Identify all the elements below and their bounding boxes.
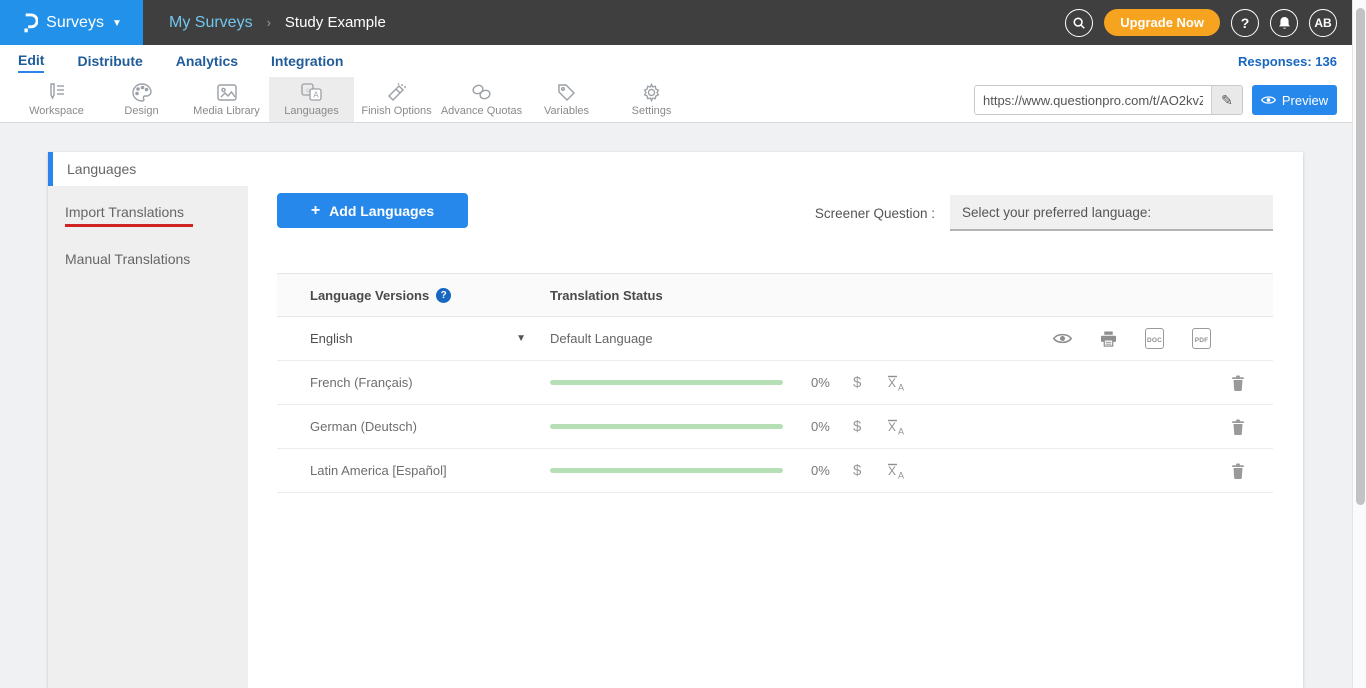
- brand-label: Surveys: [46, 14, 104, 32]
- avatar[interactable]: AB: [1309, 9, 1337, 37]
- table-row-default-language: English ▼ Default Language DOC PDF: [277, 317, 1273, 361]
- languages-content: + Add Languages Screener Question : Sele…: [248, 152, 1303, 688]
- scrollbar-thumb[interactable]: [1356, 8, 1365, 505]
- image-icon: [217, 82, 237, 102]
- screener-question-label: Screener Question :: [815, 206, 935, 221]
- toolbar-item-design[interactable]: Design: [99, 77, 184, 122]
- svg-text:X: X: [888, 464, 896, 478]
- chain-links-icon: [471, 82, 492, 102]
- paid-translation-icon[interactable]: $: [853, 462, 861, 479]
- toolbar-item-advance-quotas[interactable]: Advance Quotas: [439, 77, 524, 122]
- translation-percent: 0%: [811, 463, 835, 478]
- top-navbar: Surveys ▼ My Surveys › Study Example Upg…: [0, 0, 1366, 45]
- gear-icon: [642, 82, 661, 102]
- svg-text:X: X: [888, 376, 896, 390]
- screener-question: Screener Question : Select your preferre…: [815, 195, 1273, 231]
- translation-percent: 0%: [811, 419, 835, 434]
- survey-url-group: ✎: [974, 85, 1243, 115]
- tab-analytics[interactable]: Analytics: [176, 51, 238, 72]
- responses-count[interactable]: Responses: 136: [1238, 54, 1337, 69]
- section-tabs: Edit Distribute Analytics Integration Re…: [0, 45, 1366, 77]
- print-icon[interactable]: [1100, 331, 1117, 347]
- table-row-language: German (Deutsch) 0% $ XA: [277, 405, 1273, 449]
- breadcrumb-my-surveys[interactable]: My Surveys: [169, 14, 253, 32]
- sidebar-item-import-translations[interactable]: Import Translations: [48, 204, 248, 227]
- table-header-row: Language Versions ? Translation Status: [277, 273, 1273, 317]
- help-tooltip-icon[interactable]: ?: [436, 288, 451, 303]
- sidebar-item-manual-translations[interactable]: Manual Translations: [48, 251, 248, 267]
- edit-toolbar: Workspace Design Media Library ☆A Langua…: [0, 77, 1366, 123]
- app-logo-button[interactable]: Surveys ▼: [0, 0, 143, 45]
- delete-language-icon[interactable]: [1231, 463, 1245, 479]
- search-button[interactable]: [1065, 9, 1093, 37]
- translation-progress-bar: [550, 468, 783, 473]
- sidebar-item-languages[interactable]: Languages: [48, 152, 248, 186]
- plus-icon: +: [311, 202, 320, 220]
- chevron-down-icon[interactable]: ▼: [516, 333, 526, 344]
- tag-icon: [557, 82, 576, 102]
- questionpro-logo-icon: [21, 12, 38, 34]
- default-language-status: Default Language: [550, 331, 653, 346]
- languages-sidebar: Languages Import Translations Manual Tra…: [48, 152, 248, 688]
- upgrade-now-button[interactable]: Upgrade Now: [1104, 9, 1220, 36]
- help-button[interactable]: ?: [1231, 9, 1259, 37]
- palette-icon: [132, 82, 152, 102]
- chevron-down-icon: ▼: [112, 18, 122, 29]
- language-versions-header: Language Versions: [310, 288, 429, 303]
- svg-text:X: X: [888, 420, 896, 434]
- translation-progress-bar: [550, 380, 783, 385]
- paid-translation-icon[interactable]: $: [853, 418, 861, 435]
- svg-text:A: A: [898, 470, 904, 479]
- export-pdf-icon[interactable]: PDF: [1192, 328, 1211, 349]
- tab-edit[interactable]: Edit: [18, 50, 44, 73]
- languages-panel: Languages Import Translations Manual Tra…: [48, 152, 1303, 688]
- edit-url-button[interactable]: ✎: [1211, 86, 1242, 114]
- svg-text:☆: ☆: [305, 87, 311, 95]
- default-language-select[interactable]: English: [310, 331, 353, 346]
- eye-icon: [1261, 95, 1276, 105]
- magic-wand-icon: [387, 82, 406, 102]
- tab-distribute[interactable]: Distribute: [77, 51, 142, 72]
- notifications-button[interactable]: [1270, 9, 1298, 37]
- bell-icon: [1278, 16, 1291, 30]
- svg-text:A: A: [313, 91, 319, 100]
- breadcrumb: My Surveys › Study Example: [169, 14, 386, 32]
- pencil-icon: ✎: [1221, 92, 1233, 109]
- svg-text:A: A: [898, 382, 904, 391]
- auto-translate-icon[interactable]: XA: [887, 463, 907, 479]
- table-row-language: Latin America [Español] 0% $ XA: [277, 449, 1273, 493]
- toolbar-item-languages[interactable]: ☆A Languages: [269, 77, 354, 122]
- svg-text:A: A: [898, 426, 904, 435]
- search-icon: [1072, 16, 1086, 30]
- breadcrumb-separator: ›: [267, 15, 271, 30]
- toolbar-item-workspace[interactable]: Workspace: [14, 77, 99, 122]
- survey-url-input[interactable]: [975, 86, 1211, 114]
- translation-percent: 0%: [811, 375, 835, 390]
- translate-squares-icon: ☆A: [301, 82, 322, 102]
- table-row-language: French (Français) 0% $ XA: [277, 361, 1273, 405]
- toolbar-item-settings[interactable]: Settings: [609, 77, 694, 122]
- translation-status-header: Translation Status: [550, 288, 663, 303]
- red-underline-marker: [65, 224, 193, 227]
- auto-translate-icon[interactable]: XA: [887, 419, 907, 435]
- breadcrumb-current: Study Example: [285, 14, 386, 31]
- tab-integration[interactable]: Integration: [271, 51, 343, 72]
- view-survey-icon[interactable]: [1053, 332, 1072, 345]
- navbar-actions: Upgrade Now ? AB: [1065, 0, 1337, 45]
- add-languages-button[interactable]: + Add Languages: [277, 193, 468, 228]
- paid-translation-icon[interactable]: $: [853, 374, 861, 391]
- translation-progress-bar: [550, 424, 783, 429]
- toolbar-item-variables[interactable]: Variables: [524, 77, 609, 122]
- language-versions-table: Language Versions ? Translation Status E…: [277, 273, 1273, 493]
- toolbar-item-finish-options[interactable]: Finish Options: [354, 77, 439, 122]
- delete-language-icon[interactable]: [1231, 419, 1245, 435]
- page-scrollbar[interactable]: [1352, 0, 1366, 688]
- export-doc-icon[interactable]: DOC: [1145, 328, 1164, 349]
- delete-language-icon[interactable]: [1231, 375, 1245, 391]
- toolbar-item-media-library[interactable]: Media Library: [184, 77, 269, 122]
- screener-question-value[interactable]: Select your preferred language:: [950, 195, 1273, 231]
- preview-button[interactable]: Preview: [1252, 85, 1337, 115]
- auto-translate-icon[interactable]: XA: [887, 375, 907, 391]
- workspace-icon: [47, 82, 67, 102]
